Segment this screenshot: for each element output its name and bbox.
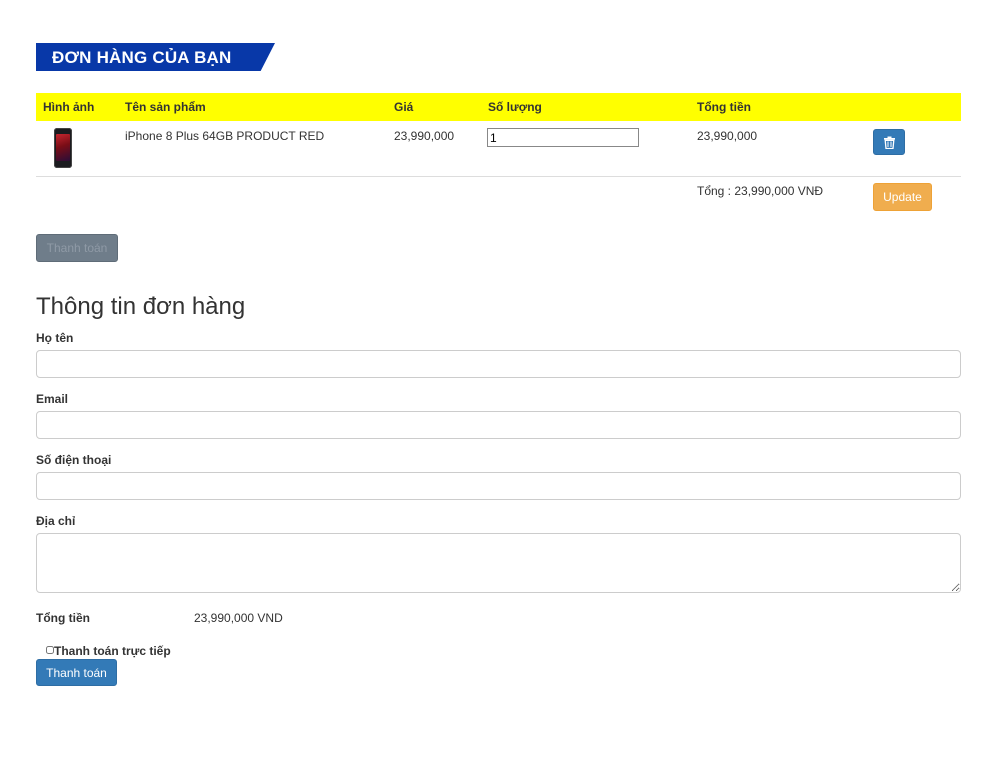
table-row: iPhone 8 Plus 64GB PRODUCT RED 23,990,00… bbox=[36, 121, 961, 177]
order-info-title: Thông tin đơn hàng bbox=[36, 293, 246, 320]
delete-button[interactable] bbox=[873, 129, 905, 155]
email-field[interactable] bbox=[36, 411, 961, 439]
address-label: Địa chỉ bbox=[36, 514, 76, 528]
col-name-header: Tên sản phẩm bbox=[125, 100, 206, 114]
update-button[interactable]: Update bbox=[873, 183, 932, 211]
phone-label: Số điện thoại bbox=[36, 453, 112, 467]
name-field[interactable] bbox=[36, 350, 961, 378]
banner-title: ĐƠN HÀNG CỦA BẠN bbox=[52, 48, 232, 67]
checkout-button-disabled: Thanh toán bbox=[36, 234, 118, 262]
order-total-label: Tổng tiền bbox=[36, 611, 90, 625]
col-total-header: Tổng tiền bbox=[697, 100, 751, 114]
direct-pay-checkbox[interactable] bbox=[46, 646, 54, 654]
phone-image bbox=[54, 128, 72, 168]
line-total: 23,990,000 bbox=[697, 129, 758, 143]
grand-total: Tổng : 23,990,000 VNĐ bbox=[697, 184, 824, 198]
address-field[interactable] bbox=[36, 533, 961, 593]
cart-table-header: Hình ảnh Tên sản phẩm Giá Số lượng Tổng … bbox=[36, 93, 961, 121]
col-price-header: Giá bbox=[394, 100, 414, 114]
product-name: iPhone 8 Plus 64GB PRODUCT RED bbox=[125, 129, 325, 143]
trash-icon bbox=[884, 136, 895, 149]
phone-field[interactable] bbox=[36, 472, 961, 500]
col-quantity-header: Số lượng bbox=[488, 100, 542, 114]
direct-pay-label: Thanh toán trực tiếp bbox=[54, 644, 171, 658]
email-label: Email bbox=[36, 392, 69, 406]
product-price: 23,990,000 bbox=[394, 129, 455, 143]
order-total-value: 23,990,000 VND bbox=[194, 611, 283, 625]
col-image-header: Hình ảnh bbox=[43, 100, 95, 114]
quantity-input[interactable] bbox=[487, 128, 639, 147]
submit-order-button[interactable]: Thanh toán bbox=[36, 659, 117, 686]
order-banner: ĐƠN HÀNG CỦA BẠN bbox=[36, 43, 275, 71]
name-label: Họ tên bbox=[36, 331, 74, 345]
